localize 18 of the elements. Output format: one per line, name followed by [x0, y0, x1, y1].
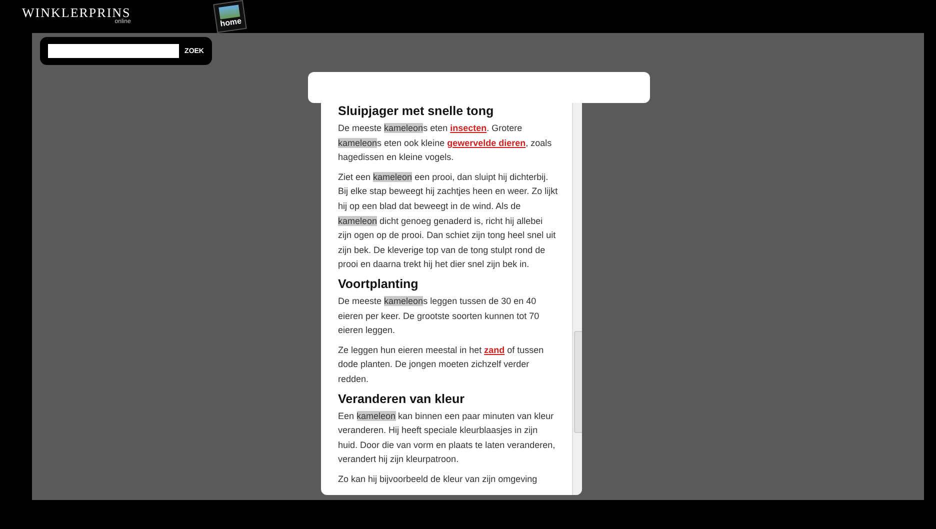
home-button[interactable]: home [212, 0, 247, 33]
site-logo[interactable]: WINKLERPRINS [22, 6, 131, 19]
search-field[interactable] [48, 44, 179, 58]
paragraph: De meeste kameleons leggen tussen de 30 en 40 eieren per keer. De grootste soorten kunnen tot 70 eieren leggen. [338, 294, 540, 338]
section-heading: Voortplanting [338, 276, 420, 291]
scroll-thumb[interactable] [574, 331, 582, 433]
section-heading: Sluipjager met snelle tong [338, 104, 495, 118]
text-link[interactable]: insecten [450, 123, 487, 133]
paragraph: De meeste kameleons eten insecten. Grotere kameleons eten ook kleine gewervelde dieren, zoals hagedissen en kleine vogels. [338, 122, 553, 164]
paragraph: Zo kan hij bijvoorbeeld de kleur van zijn omgeving [338, 472, 538, 486]
paragraph: Een kameleon kan binnen een paar minuten van kleur veranderen. Hij heeft speciale kleurblaasjes in zijn huid. Door die van vorm en plaats te laten veranderen, verandert hij zijn kleurpatroon. [338, 410, 556, 466]
paragraph: Ze leggen hun eieren meestal in het zand of tussen dode planten. De jongen moeten zichzelf verder redden. [338, 344, 545, 386]
photo-placeholder [218, 4, 240, 20]
scrollbar[interactable] [572, 103, 582, 495]
paragraph: Ziet een kameleon een prooi, dan sluipt hij dichterbij. Bij elke stap beweegt hij zachtjes heen en weer. Zo lijkt hij op een blad dat beweegt in de wind. Als de kameleon dicht genoeg genaderd is, richt hij allebei zijn ogen op de prooi. Dan schiet zijn tong heel snel uit zijn bek. De kleverige top van de tong stulpt rond de prooi en daarna trekt hij het dier snel zijn bek in. [338, 170, 558, 272]
section-heading: Veranderen van kleur [338, 392, 466, 406]
text-link[interactable]: gewervelde dieren [447, 138, 526, 148]
text-link[interactable]: zand [484, 344, 505, 355]
